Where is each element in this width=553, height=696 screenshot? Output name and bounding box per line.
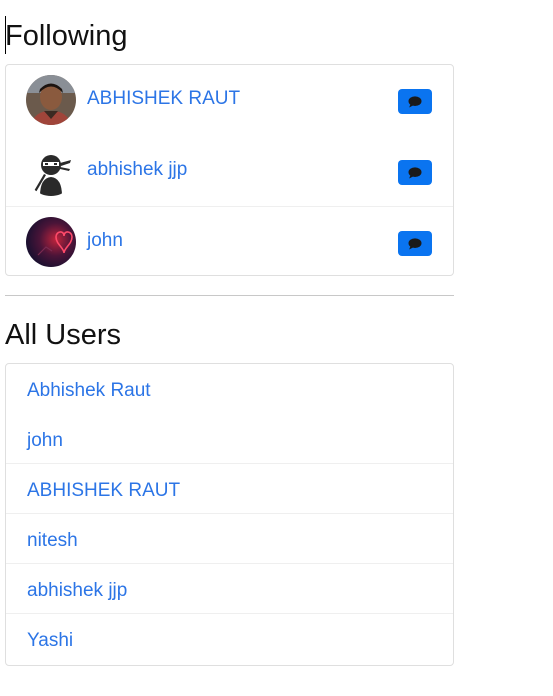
user-link[interactable]: ABHISHEK RAUT	[27, 481, 180, 500]
avatar[interactable]	[26, 75, 76, 125]
section-divider	[5, 295, 454, 296]
following-title: Following	[5, 20, 128, 52]
following-row: ABHISHEK RAUT	[6, 65, 453, 136]
avatar[interactable]	[26, 217, 76, 267]
following-user-link[interactable]: abhishek jjp	[87, 160, 187, 179]
user-link[interactable]: Abhishek Raut	[27, 381, 151, 400]
chat-button[interactable]	[398, 160, 432, 185]
user-link[interactable]: Yashi	[27, 631, 73, 650]
chat-bubble-icon	[408, 237, 422, 249]
all-users-list: Abhishek Raut john ABHISHEK RAUT nitesh …	[5, 363, 454, 666]
following-user-link[interactable]: ABHISHEK RAUT	[87, 89, 240, 108]
user-row: john	[6, 414, 453, 464]
user-row: ABHISHEK RAUT	[6, 464, 453, 514]
user-row: Yashi	[6, 614, 453, 663]
user-row: nitesh	[6, 514, 453, 564]
avatar[interactable]	[26, 146, 76, 196]
chat-bubble-icon	[408, 95, 422, 107]
chat-button[interactable]	[398, 89, 432, 114]
user-row: abhishek jjp	[6, 564, 453, 614]
user-link[interactable]: abhishek jjp	[27, 581, 127, 600]
user-link[interactable]: nitesh	[27, 531, 78, 550]
following-list: ABHISHEK RAUT abhishek jjp john	[5, 64, 454, 276]
all-users-title: All Users	[5, 319, 122, 351]
user-row: Abhishek Raut	[6, 364, 453, 414]
chat-bubble-icon	[408, 166, 422, 178]
chat-button[interactable]	[398, 231, 432, 256]
following-user-link[interactable]: john	[87, 231, 123, 250]
user-link[interactable]: john	[27, 431, 63, 450]
following-row: abhishek jjp	[6, 136, 453, 207]
following-row: john	[6, 207, 453, 277]
